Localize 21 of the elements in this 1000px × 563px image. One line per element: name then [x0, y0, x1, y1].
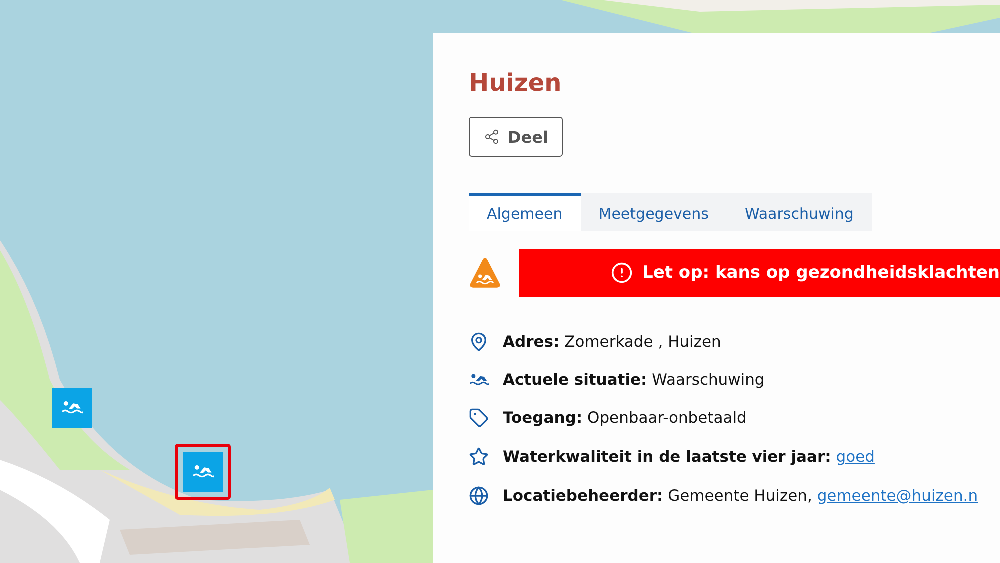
share-icon	[484, 129, 500, 145]
swimmer-icon	[192, 464, 214, 480]
location-pin-icon	[469, 332, 489, 352]
detail-link[interactable]: goed	[836, 448, 875, 466]
detail-link[interactable]: gemeente@huizen.n	[817, 487, 978, 505]
globe-icon	[469, 486, 489, 506]
swimmer-icon	[61, 400, 83, 416]
detail-text: Actuele situatie: Waarschuwing	[503, 371, 765, 389]
detail-text: Locatiebeheerder: Gemeente Huizen, gemeente@huizen.n	[503, 487, 978, 505]
alert-icon	[610, 262, 632, 284]
tab[interactable]: Waarschuwing	[726, 193, 872, 231]
share-button[interactable]: Deel	[469, 117, 564, 157]
warning-text: Let op: kans op gezondheidsklachten	[642, 263, 1000, 283]
detail-text: Adres: Zomerkade , Huizen	[503, 333, 722, 351]
detail-text: Waterkwaliteit in de laatste vier jaar: goed	[503, 448, 875, 466]
location-title: Huizen	[469, 69, 562, 97]
detail-text: Toegang: Openbaar-onbetaald	[503, 409, 747, 427]
star-icon	[469, 447, 489, 467]
swimmer-icon	[469, 373, 489, 387]
tab[interactable]: Meetgegevens	[580, 193, 727, 231]
tag-icon	[469, 408, 489, 428]
